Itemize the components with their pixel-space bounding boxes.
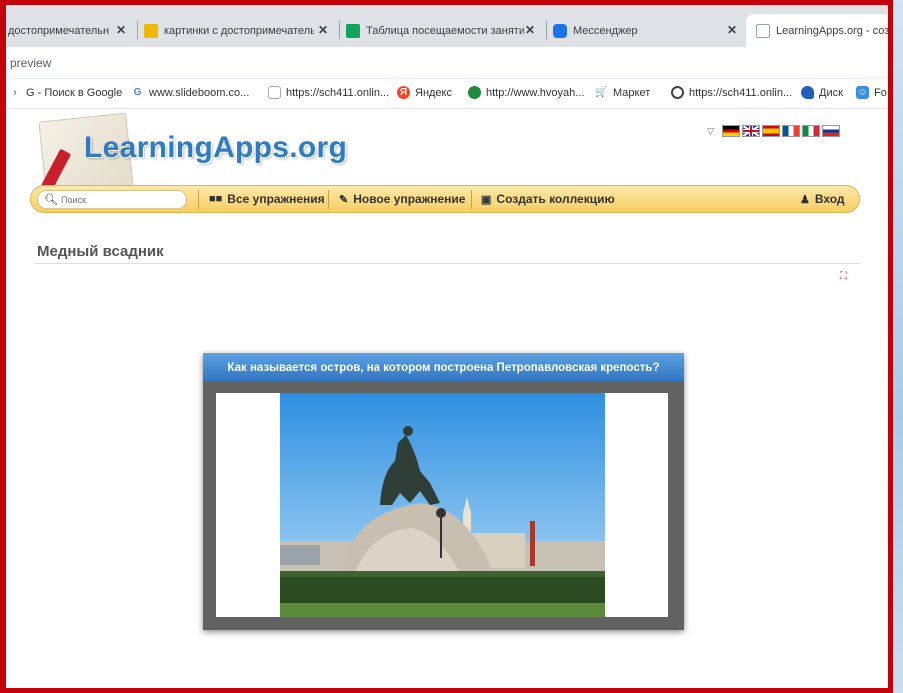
exercise-card: Как называется остров, на котором постро… [203, 353, 684, 630]
tab-divider [339, 21, 340, 39]
bookmark-sch411-1[interactable]: https://sch411.onlin... [268, 86, 389, 99]
new-exercise-link[interactable]: ✎ Новое упражнение [339, 192, 465, 206]
bookmark-label: Маркет [613, 86, 651, 99]
tab-label: достопримечательн [8, 24, 110, 37]
flag-es-icon[interactable] [762, 125, 780, 137]
question-image-frame [216, 393, 668, 617]
close-icon[interactable]: ✕ [318, 23, 328, 37]
address-bar[interactable]: preview [6, 47, 888, 79]
tab-3[interactable]: Таблица посещаемости заняти ✕ [344, 14, 541, 47]
tab-strip: достопримечательн ✕ картинки с достоприм… [6, 5, 888, 47]
flag-fr-icon[interactable] [782, 125, 800, 137]
shield-icon [268, 86, 281, 99]
new-exercise-label: Новое упражнение [353, 192, 466, 206]
address-text: preview [10, 56, 52, 70]
create-collection-link[interactable]: ▣ Создать коллекцию [481, 192, 615, 206]
tab-label: картинки с достопримечательн [164, 24, 314, 37]
bookmark-label: Fo [874, 86, 887, 99]
nav-divider [198, 190, 199, 209]
image-icon [144, 23, 158, 38]
question-text: Как называется остров, на котором постро… [203, 353, 684, 382]
globe-icon [468, 86, 481, 99]
close-icon[interactable]: ✕ [727, 23, 737, 37]
bookmark-label: www.slideboom.co... [149, 86, 250, 99]
photo-icon: ☺ [856, 86, 869, 99]
login-label: Вход [814, 192, 845, 206]
bookmark-label: Диск [819, 86, 843, 99]
search-input[interactable] [60, 194, 181, 205]
tab-1[interactable]: достопримечательн ✕ [6, 14, 132, 47]
bookmark-label: https://sch411.onlin... [286, 86, 390, 99]
page-content: LearningApps.org ▽ 🔍︎ Поиск ■■ Все упраж… [6, 109, 888, 688]
page-title: Медный всадник [37, 243, 164, 260]
close-icon[interactable]: ✕ [116, 23, 126, 37]
bookmark-google-search[interactable]: › G - Поиск в Google [12, 86, 122, 99]
user-icon: ♟ [800, 193, 810, 206]
bronze-horseman-photo [280, 393, 605, 617]
flag-gb-icon[interactable] [742, 125, 760, 137]
tab-divider [546, 21, 547, 39]
tab-divider [137, 21, 138, 39]
yandex-icon: Я [397, 86, 410, 99]
login-link[interactable]: ♟ Вход [800, 192, 845, 206]
google-icon: G [133, 87, 142, 98]
flag-ru-icon[interactable] [822, 125, 840, 137]
bookmark-label: http://www.hvoyah... [486, 86, 585, 99]
pencil-icon: ✎ [339, 193, 349, 206]
collection-icon: ▣ [481, 193, 492, 206]
flag-de-icon[interactable] [722, 125, 740, 137]
cart-icon: 🛒 [595, 87, 608, 98]
bookmark-label: Яндекс [415, 86, 452, 99]
nav-divider [328, 190, 329, 209]
flag-it-icon[interactable] [802, 125, 820, 137]
bookmark-sch411-2[interactable]: https://sch411.onlin... [671, 86, 792, 99]
tab-5-active[interactable]: LearningApps.org - созда [746, 14, 893, 47]
tab-label: Таблица посещаемости заняти [366, 24, 524, 37]
bookmark-yandex[interactable]: Я Яндекс [397, 86, 452, 99]
arrow-icon: › [13, 87, 17, 98]
bookmark-slideboom[interactable]: G www.slideboom.co... [131, 86, 250, 99]
browser-window: достопримечательн ✕ картинки с достоприм… [0, 0, 893, 693]
tab-label: LearningApps.org - созда [776, 24, 893, 37]
bookmark-label: G - Поиск в Google [26, 86, 123, 99]
grid-icon: ■■ [209, 193, 223, 205]
tab-2[interactable]: картинки с достопримечательн ✕ [142, 14, 334, 47]
nav-divider [471, 190, 472, 209]
tab-label: Мессенджер [573, 24, 638, 37]
all-exercises-link[interactable]: ■■ Все упражнения [209, 192, 325, 206]
language-selector[interactable]: ▽ [707, 125, 840, 137]
bookmark-disk[interactable]: Диск [801, 86, 843, 99]
close-icon[interactable]: ✕ [525, 23, 535, 37]
bookmark-label: https://sch411.onlin... [689, 86, 793, 99]
disk-icon [801, 86, 814, 99]
bookmark-hvoyah[interactable]: http://www.hvoyah... [468, 86, 584, 99]
globe-icon [671, 86, 684, 99]
fullscreen-icon[interactable]: ⛶ [838, 272, 849, 283]
site-logo[interactable]: LearningApps.org [84, 131, 347, 165]
sheet-icon [346, 23, 360, 38]
create-collection-label: Создать коллекцию [496, 192, 615, 206]
all-exercises-label: Все упражнения [227, 192, 325, 206]
bookmarks-bar: › G - Поиск в Google G www.slideboom.co.… [6, 79, 888, 109]
learningapps-icon [756, 23, 770, 38]
dropdown-icon[interactable]: ▽ [707, 126, 714, 137]
bookmark-market[interactable]: 🛒 Маркет [595, 86, 650, 99]
title-divider [34, 263, 860, 264]
search-box[interactable]: 🔍︎ [37, 190, 187, 209]
tab-4[interactable]: Мессенджер ✕ [551, 14, 743, 47]
bookmark-photo[interactable]: ☺ Fo [856, 86, 887, 99]
chat-icon [553, 23, 567, 38]
search-icon: 🔍︎ [44, 194, 58, 206]
main-nav-bar: 🔍︎ ■■ Все упражнения ✎ Новое упражнение … [30, 185, 860, 213]
